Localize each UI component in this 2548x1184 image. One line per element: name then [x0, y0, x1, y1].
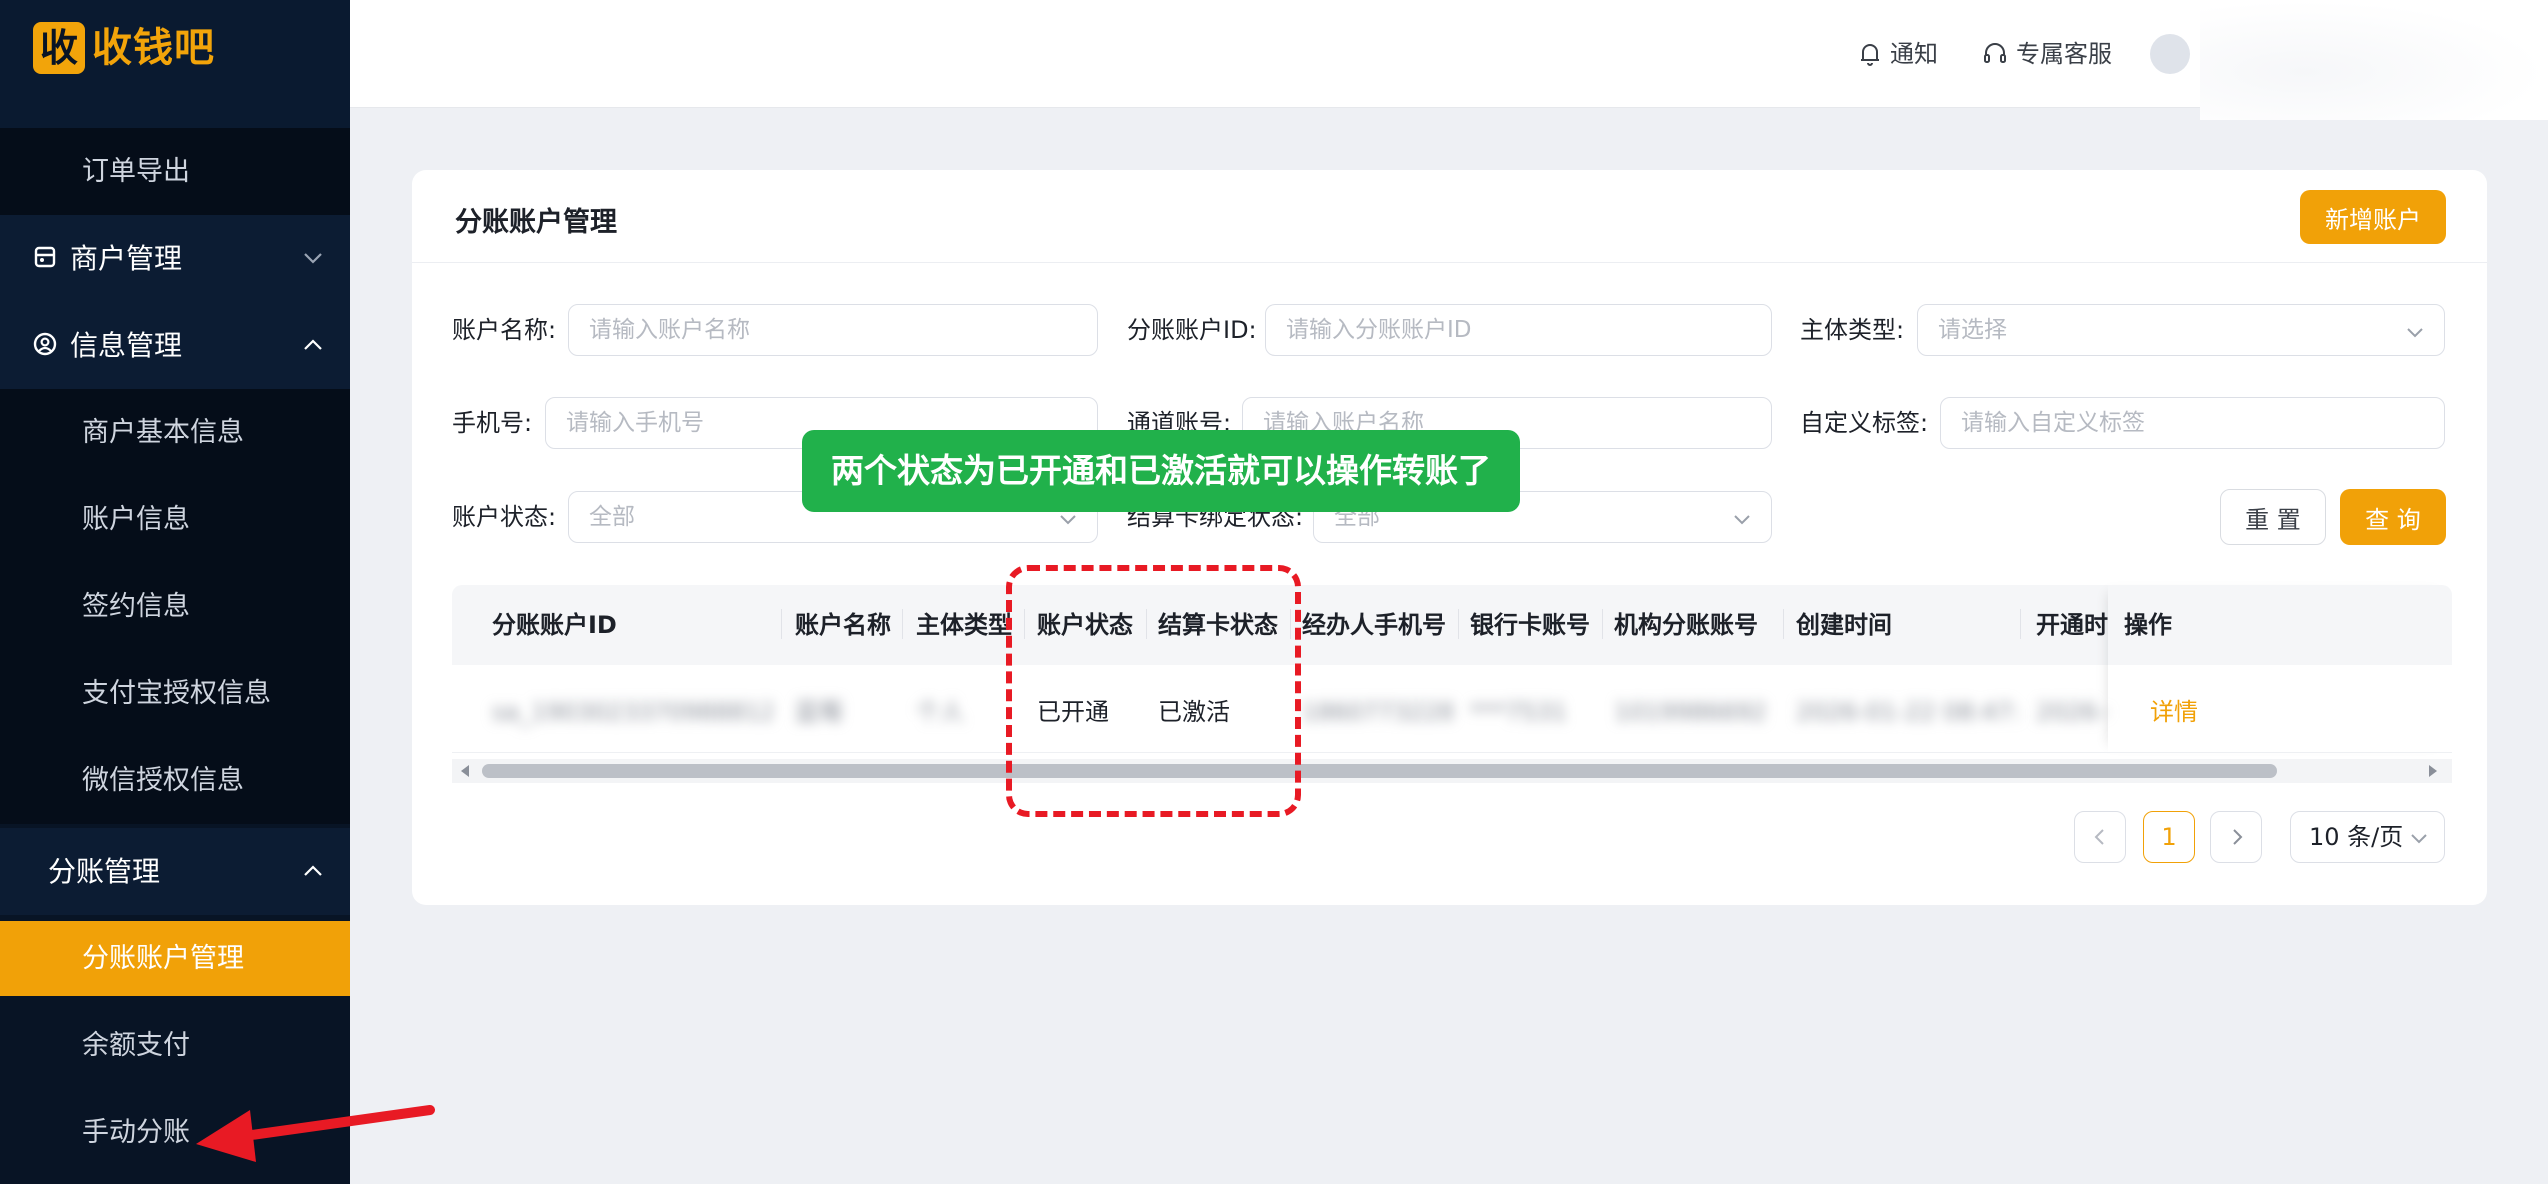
- sidebar-item-wechat-auth[interactable]: 微信授权信息: [0, 737, 350, 824]
- chevron-down-icon: [1060, 515, 1076, 525]
- cell-org-split: 1019986692: [1614, 698, 1767, 726]
- sidebar-group-split[interactable]: 分账管理: [0, 828, 350, 915]
- chevron-up-icon: [304, 865, 322, 876]
- col-action: 操作: [2124, 585, 2204, 665]
- sidebar-item-contract-info[interactable]: 签约信息: [0, 563, 350, 650]
- col-separator: [2020, 609, 2021, 639]
- page-size-select[interactable]: 10 条/页: [2290, 811, 2445, 863]
- col-separator: [1602, 609, 1603, 639]
- query-button[interactable]: 查 询: [2340, 489, 2446, 545]
- sidebar-item-balance-pay[interactable]: 余额支付: [0, 1002, 350, 1089]
- cell-created: 2026-01-22 08:47:53: [1796, 698, 2020, 726]
- col-opened: 开通时: [2036, 611, 2108, 639]
- sidebar-item-merchant-basic[interactable]: 商户基本信息: [0, 389, 350, 476]
- user-circle-icon: [33, 332, 57, 356]
- sidebar-item-split-account[interactable]: 分账账户管理: [0, 921, 350, 996]
- col-separator: [781, 609, 782, 639]
- chevron-down-icon: [2407, 328, 2423, 338]
- chevron-down-icon: [304, 253, 322, 264]
- cell-opened: 2026-0: [2036, 698, 2108, 726]
- col-separator: [1783, 609, 1784, 639]
- subject-type-label: 主体类型:: [1800, 316, 1905, 344]
- notify-link[interactable]: 通知: [1858, 34, 1938, 74]
- chevron-down-icon: [1734, 515, 1750, 525]
- col-phone: 经办人手机号: [1302, 611, 1446, 639]
- detail-link[interactable]: 详情: [2150, 672, 2210, 752]
- status-label: 账户状态:: [452, 503, 557, 531]
- reset-button[interactable]: 重 置: [2220, 489, 2326, 545]
- phone-label: 手机号:: [452, 409, 533, 437]
- col-separator: [902, 609, 903, 639]
- split-id-label: 分账账户ID:: [1127, 316, 1257, 344]
- col-org-split: 机构分账账号: [1614, 611, 1758, 639]
- col-created: 创建时间: [1796, 611, 1892, 639]
- col-split-id: 分账账户ID: [492, 611, 617, 639]
- prev-page-button[interactable]: [2074, 811, 2126, 863]
- scrollbar-thumb[interactable]: [482, 764, 2277, 778]
- cell-account-name: 蓝莓: [795, 698, 843, 726]
- store-icon: [34, 246, 56, 268]
- scroll-right-icon[interactable]: [2426, 763, 2440, 779]
- status-value: 全部: [589, 504, 635, 530]
- avatar[interactable]: [2150, 34, 2190, 74]
- chevron-right-icon: [2233, 829, 2243, 845]
- red-arrow-icon: [196, 1105, 435, 1162]
- account-name-input[interactable]: 请输入账户名称: [568, 304, 1098, 356]
- add-account-button[interactable]: 新增账户: [2300, 190, 2446, 244]
- col-bank-card: 银行卡账号: [1470, 611, 1590, 639]
- sidebar-group-label: 商户管理: [70, 242, 183, 275]
- brand-name: 收钱吧: [92, 25, 215, 71]
- cell-subject-type: 个人: [916, 698, 964, 726]
- divider: [412, 262, 2487, 263]
- sidebar-group-label: 信息管理: [70, 329, 183, 362]
- support-label: 专属客服: [2016, 40, 2112, 68]
- cell-bank-card: ***7531: [1470, 698, 1568, 726]
- tag-input[interactable]: 请输入自定义标签: [1940, 397, 2445, 449]
- chevron-left-icon: [2094, 829, 2104, 845]
- col-separator: [1458, 609, 1459, 639]
- support-link[interactable]: 专属客服: [1982, 34, 2112, 74]
- page-number-current[interactable]: 1: [2143, 811, 2195, 863]
- headset-icon: [1984, 43, 2006, 63]
- highlight-status-columns: [1006, 565, 1301, 817]
- cell-phone: 18607732281: [1302, 698, 1452, 726]
- split-id-input[interactable]: 请输入分账账户ID: [1265, 304, 1772, 356]
- bell-icon: [1861, 44, 1879, 66]
- tag-label: 自定义标签:: [1800, 409, 1929, 437]
- notify-label: 通知: [1890, 40, 1938, 68]
- col-subject-type: 主体类型: [916, 611, 1012, 639]
- sidebar-item-account-info[interactable]: 账户信息: [0, 476, 350, 563]
- logo-icon: 收: [33, 22, 85, 74]
- col-account-name: 账户名称: [795, 611, 891, 639]
- subject-type-select[interactable]: 请选择: [1917, 304, 2445, 356]
- sidebar-item-alipay-auth[interactable]: 支付宝授权信息: [0, 650, 350, 737]
- blurred-user-area: [2200, 0, 2548, 120]
- sidebar: 收 收钱吧 订单导出 商户管理 信息管理 商户基本信息 账户信息 签约信息 支付…: [0, 0, 350, 1184]
- row-divider: [452, 752, 2452, 753]
- page-size-value: 10 条/页: [2309, 823, 2404, 851]
- instruction-callout: 两个状态为已开通和已激活就可以操作转账了: [802, 430, 1520, 512]
- sidebar-group-info[interactable]: 信息管理: [0, 302, 350, 389]
- sidebar-item-order-export[interactable]: 订单导出: [0, 128, 350, 215]
- page-title: 分账账户管理: [455, 207, 617, 238]
- subject-type-placeholder: 请选择: [1938, 317, 2007, 343]
- sidebar-group-label: 分账管理: [48, 855, 161, 888]
- cell-split-id: sa_1903023370988812: [492, 698, 772, 726]
- chevron-up-icon: [304, 339, 322, 350]
- scroll-left-icon[interactable]: [458, 763, 472, 779]
- next-page-button[interactable]: [2210, 811, 2262, 863]
- chevron-down-icon: [2411, 834, 2427, 844]
- sidebar-group-merchant[interactable]: 商户管理: [0, 215, 350, 302]
- account-name-label: 账户名称:: [452, 316, 557, 344]
